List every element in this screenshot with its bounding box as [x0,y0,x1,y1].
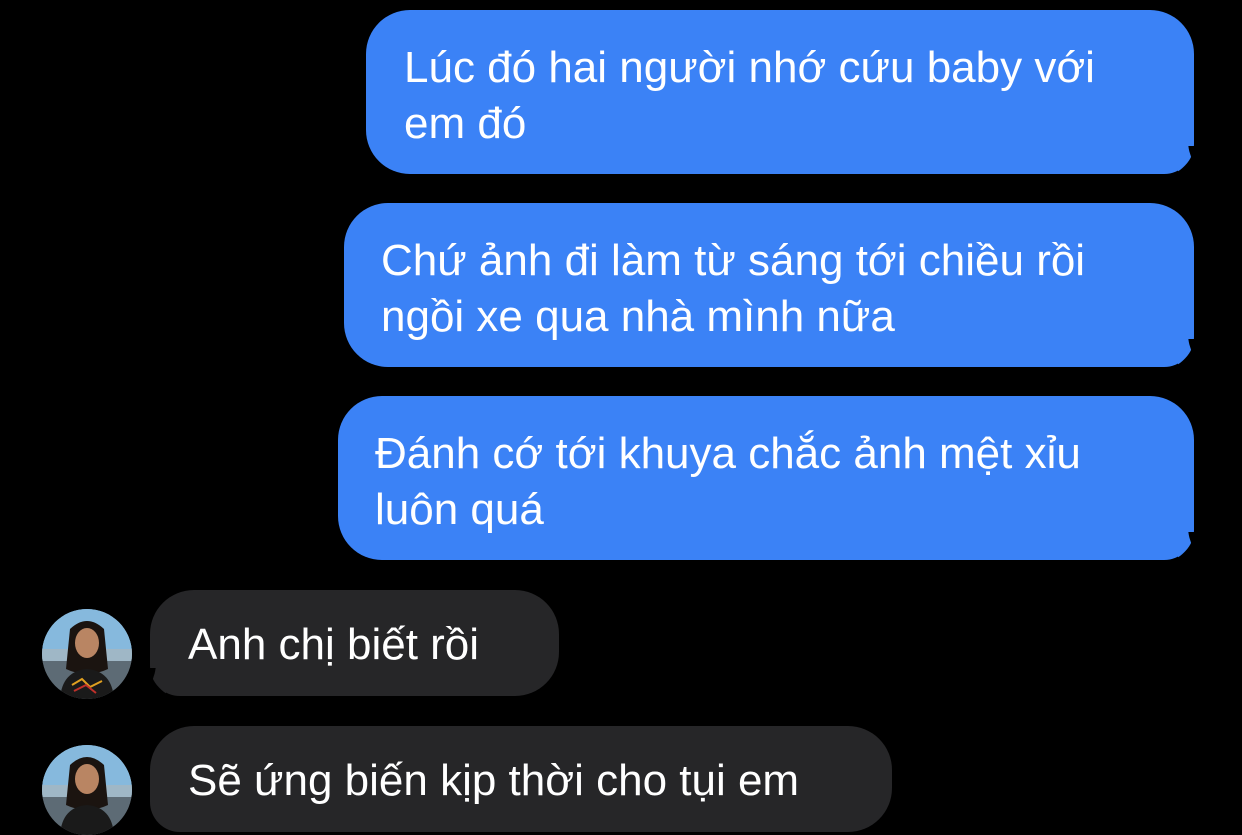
message-text: Anh chị biết rồi [188,620,480,669]
incoming-message-bubble[interactable]: Sẽ ứng biến kịp thời cho tụi em [150,726,892,832]
outgoing-message-bubble[interactable]: Đánh cớ tới khuya chắc ảnh mệt xỉu luôn … [338,396,1206,560]
message-text: Lúc đó hai người nhớ cứu baby với em đó [404,43,1095,148]
contact-avatar[interactable] [42,609,132,699]
outgoing-message-bubble[interactable]: Lúc đó hai người nhớ cứu baby với em đó [366,10,1206,174]
message-thread[interactable]: Lúc đó hai người nhớ cứu baby với em đó … [0,0,1242,835]
contact-avatar[interactable] [42,745,132,835]
bubble-tail [1178,532,1206,560]
bubble-tail [1178,146,1206,174]
contact-avatar-photo-icon [42,609,132,699]
outgoing-message-bubble[interactable]: Chứ ảnh đi làm từ sáng tới chiều rồi ngồ… [344,203,1206,367]
contact-avatar-photo-icon [42,745,132,835]
message-text: Sẽ ứng biến kịp thời cho tụi em [188,756,800,805]
message-text: Đánh cớ tới khuya chắc ảnh mệt xỉu luôn … [375,429,1081,534]
bubble-tail [138,668,166,696]
incoming-message-bubble[interactable]: Anh chị biết rồi [138,590,559,696]
bubble-tail [1178,339,1206,367]
message-text: Chứ ảnh đi làm từ sáng tới chiều rồi ngồ… [381,236,1086,341]
